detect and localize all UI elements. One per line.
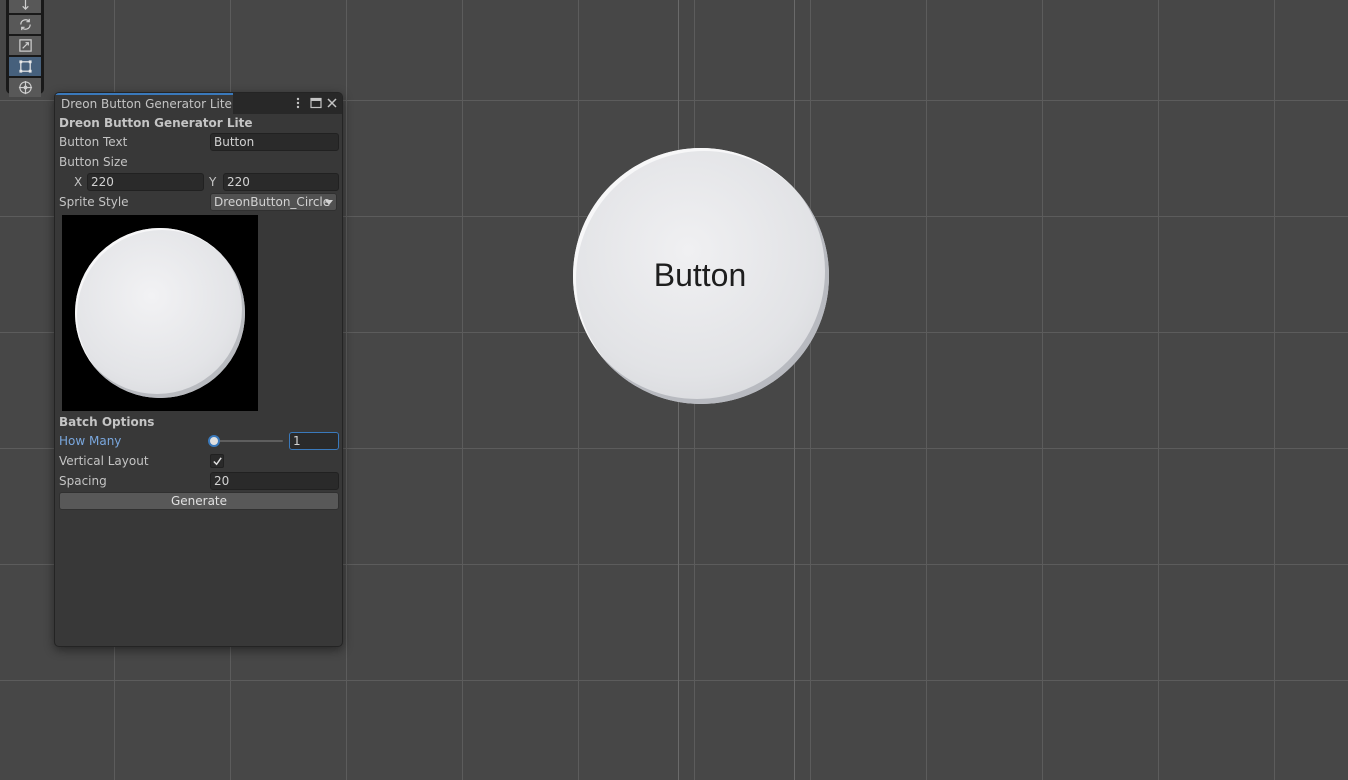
- checkmark-icon: [212, 456, 222, 465]
- generate-button[interactable]: Generate: [59, 492, 339, 510]
- size-x-label: X: [74, 175, 83, 189]
- window-heading: Dreon Button Generator Lite: [59, 116, 253, 130]
- chevron-down-icon: [325, 200, 333, 205]
- sprite-preview: [62, 215, 258, 411]
- vertical-layout-checkbox[interactable]: [210, 454, 224, 468]
- size-y-label: Y: [209, 175, 217, 189]
- move-tool-button[interactable]: [9, 0, 41, 13]
- scene-view[interactable]: Button Dreon Button Generator Lite Dreon…: [0, 0, 1348, 780]
- maximize-button[interactable]: [309, 96, 323, 110]
- close-icon: [327, 98, 337, 108]
- sprite-style-dropdown[interactable]: DreonButton_Circle: [210, 193, 337, 211]
- sprite-style-value: DreonButton_Circle: [214, 195, 331, 209]
- spacing-label: Spacing: [59, 474, 107, 488]
- vertical-layout-row: Vertical Layout: [59, 452, 339, 470]
- sprite-preview-circle: [75, 228, 245, 398]
- sprite-style-label: Sprite Style: [59, 195, 129, 209]
- how-many-slider-track[interactable]: [211, 440, 283, 442]
- button-size-row: Button Size: [59, 153, 339, 171]
- size-x-field[interactable]: 220: [87, 173, 204, 191]
- rect-tool-icon: [18, 60, 32, 73]
- vertical-layout-label: Vertical Layout: [59, 454, 149, 468]
- rotate-tool-button[interactable]: [9, 15, 41, 34]
- sprite-style-row: Sprite Style DreonButton_Circle: [59, 193, 339, 211]
- maximize-icon: [310, 97, 322, 109]
- more-options-button[interactable]: [291, 96, 305, 110]
- how-many-slider-thumb[interactable]: [208, 435, 220, 447]
- rotate-tool-icon: [19, 18, 31, 31]
- scale-tool-button[interactable]: [9, 36, 41, 55]
- transform-tool-button[interactable]: [9, 78, 41, 97]
- close-button[interactable]: [325, 96, 339, 110]
- scene-tools-toolbar: [6, 0, 44, 97]
- button-text-field[interactable]: Button: [210, 133, 339, 151]
- batch-options-heading: Batch Options: [59, 415, 155, 429]
- transform-tool-icon: [18, 80, 32, 95]
- dreon-button-generator-window: Dreon Button Generator Lite Dreon Button…: [54, 92, 343, 647]
- window-heading-row: Dreon Button Generator Lite: [59, 114, 339, 132]
- scale-tool-icon: [18, 39, 32, 52]
- more-options-icon: [296, 97, 300, 109]
- button-text-row: Button Text Button: [59, 133, 339, 151]
- how-many-row: How Many 1: [59, 432, 339, 450]
- button-size-label: Button Size: [59, 155, 128, 169]
- size-y-field[interactable]: 220: [223, 173, 339, 191]
- spacing-row: Spacing 20: [59, 472, 339, 490]
- how-many-label: How Many: [59, 434, 122, 448]
- button-size-xy-row: X 220 Y 220: [59, 173, 339, 191]
- batch-options-row: Batch Options: [59, 413, 339, 431]
- move-tool-icon: [21, 0, 29, 10]
- window-tab[interactable]: Dreon Button Generator Lite: [55, 93, 233, 114]
- spacing-field[interactable]: 20: [210, 472, 339, 490]
- how-many-field[interactable]: 1: [289, 432, 339, 450]
- scene-button-text: Button: [653, 257, 747, 293]
- window-tab-bar: Dreon Button Generator Lite: [55, 93, 342, 114]
- grid-line-vertical: [794, 0, 795, 780]
- button-text-label: Button Text: [59, 135, 128, 149]
- rect-tool-button[interactable]: [9, 57, 41, 76]
